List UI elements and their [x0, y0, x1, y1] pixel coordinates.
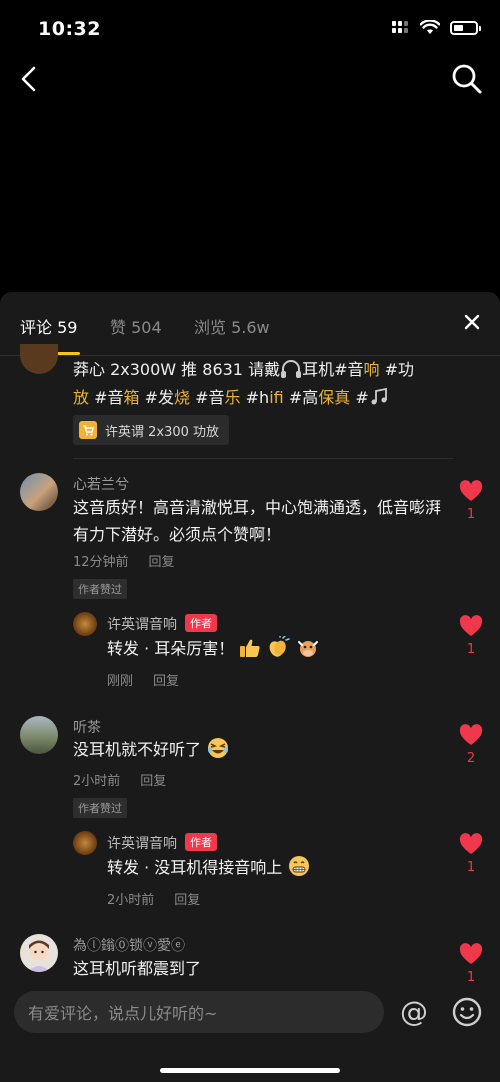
like-count: 1	[466, 642, 476, 657]
heart-icon	[459, 615, 483, 636]
product-label: 许英谓 2x300 功放	[105, 424, 220, 440]
comment-text: 没耳机就不好听了	[73, 736, 230, 763]
reply-time: 2小时前	[107, 893, 155, 908]
tab-views[interactable]: 浏览 5.6w	[194, 314, 270, 338]
avatar[interactable]	[20, 934, 58, 972]
product-link[interactable]: 许英谓 2x300 功放	[73, 415, 230, 445]
comment-text: 这耳机听都震到了	[73, 959, 202, 978]
avatar[interactable]	[73, 831, 97, 855]
status-bar: 10:32	[0, 0, 500, 58]
tab-likes[interactable]: 赞 504	[110, 314, 162, 338]
laugh-emoji-icon	[208, 738, 229, 758]
headphones-icon	[281, 360, 302, 378]
avatar[interactable]	[20, 716, 58, 754]
reply-text: 转发 · 耳朵厉害！	[107, 635, 320, 662]
battery-icon	[450, 20, 481, 35]
search-icon[interactable]	[450, 62, 484, 96]
divider	[73, 458, 453, 459]
like-count: 1	[466, 970, 476, 985]
comment-username[interactable]: 為ⓛ鎓⓪锁ⓥ愛ⓔ	[73, 935, 185, 955]
author-liked-badge: 作者赞过	[73, 579, 127, 599]
reply-time: 刚刚	[107, 674, 134, 689]
comment-time: 2小时前	[73, 774, 121, 789]
clap-icon	[270, 636, 291, 657]
reply-username: 许英谓音响 作者	[107, 614, 217, 634]
heart-icon	[459, 480, 483, 501]
heart-icon	[459, 833, 483, 854]
comment-time: 12分钟前	[73, 555, 129, 570]
avatar[interactable]	[20, 473, 58, 511]
thumbs-up-icon	[240, 639, 260, 657]
comment-input[interactable]: 有爱评论，说点儿好听的~	[14, 991, 384, 1033]
like-button[interactable]: 1	[458, 833, 484, 875]
heart-icon	[459, 724, 483, 745]
like-button[interactable]: 1	[458, 943, 484, 985]
reply-button[interactable]: 回复	[149, 551, 175, 570]
like-count: 2	[466, 751, 476, 766]
wifi-icon	[420, 20, 440, 34]
home-indicator[interactable]	[160, 1068, 340, 1073]
grin-emoji-icon	[289, 856, 310, 876]
like-count: 1	[466, 860, 476, 875]
comment-username[interactable]: 心若兰兮	[73, 474, 129, 494]
comment-meta: 2小时前 回复	[73, 770, 166, 789]
like-button[interactable]: 1	[458, 615, 484, 657]
cart-icon	[79, 421, 97, 439]
post-caption: 莽心 2x300W 推 8631 请戴 耳机#音响 #功放 #音箱 #发烧 #音乐…	[73, 360, 415, 407]
back-icon[interactable]	[14, 62, 44, 96]
status-icons	[392, 20, 481, 35]
cow-icon	[297, 641, 318, 657]
reply-button[interactable]: 回复	[174, 889, 200, 908]
signal-icon	[392, 20, 410, 35]
reply-text: 转发 · 没耳机得接音响上	[107, 854, 311, 881]
mention-button[interactable]: @	[396, 995, 432, 1031]
heart-icon	[459, 943, 483, 964]
avatar-face-icon	[28, 940, 50, 972]
tab-comments[interactable]: 评论 59	[20, 314, 77, 338]
reply-meta: 刚刚 回复	[107, 670, 179, 689]
status-time: 10:32	[38, 18, 101, 40]
comment-sheet: 评论 59 赞 504 浏览 5.6w 莽心 2x300W 推 8631 请戴耳…	[0, 292, 500, 1082]
like-count: 1	[466, 507, 476, 522]
comment-text: 这音质好！高音清澈悦耳，中心饱满通透，低音嘭湃有力下潜好。必须点个赞啊！	[73, 498, 442, 544]
like-button[interactable]: 1	[458, 480, 484, 522]
reply-meta: 2小时前 回复	[107, 889, 200, 908]
author-tag: 作者	[185, 833, 217, 851]
music-note-icon	[371, 387, 387, 405]
reply-username: 许英谓音响 作者	[107, 833, 217, 853]
reply-button[interactable]: 回复	[153, 670, 179, 689]
comment-username[interactable]: 听茶	[73, 717, 101, 737]
reply-button[interactable]: 回复	[140, 770, 166, 789]
comment-meta: 12分钟前 回复	[73, 551, 175, 570]
smile-icon[interactable]	[450, 995, 484, 1029]
author-tag: 作者	[185, 614, 217, 632]
avatar[interactable]	[73, 612, 97, 636]
close-icon[interactable]	[462, 312, 482, 332]
like-button[interactable]: 2	[458, 724, 484, 766]
author-liked-badge: 作者赞过	[73, 798, 127, 818]
tab-bar: 评论 59 赞 504 浏览 5.6w	[0, 292, 500, 356]
post-author-avatar[interactable]	[20, 344, 58, 374]
